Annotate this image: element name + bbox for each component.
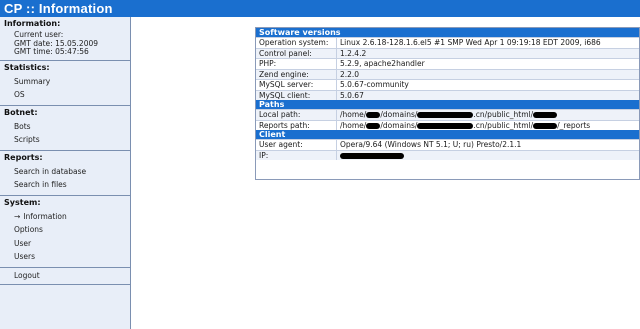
paths-header: Paths xyxy=(256,100,639,109)
row-label: User agent: xyxy=(259,140,303,149)
redacted-mark xyxy=(366,122,381,129)
sidebar: Information: Current user: GMT date: 15.… xyxy=(0,17,131,329)
redacted-mark xyxy=(533,122,558,129)
system-section: System: Information Options User Users xyxy=(0,196,130,268)
row-value: 5.2.9, apache2handler xyxy=(336,59,639,69)
table-row: MySQL server: 5.0.67-community xyxy=(256,79,639,90)
redacted-mark xyxy=(366,112,381,118)
reports-section: Reports: Search in database Search in fi… xyxy=(0,151,130,196)
table-row: MySQL client: 5.0.67 xyxy=(256,89,639,100)
row-label: MySQL server: xyxy=(259,80,314,89)
redacted-mark xyxy=(417,112,474,118)
window-title: CP :: Information xyxy=(0,0,640,17)
table-row: Reports path: /home/ /domains/ .cn/public_… xyxy=(256,119,639,130)
local-path-value: /home/ /domains/ .cn/public_html/ xyxy=(336,110,639,120)
nav-search-database[interactable]: Search in database xyxy=(4,165,127,179)
nav-options[interactable]: Options xyxy=(4,223,127,237)
row-label: Operation system: xyxy=(259,38,329,47)
nav-scripts[interactable]: Scripts xyxy=(4,133,127,147)
logout-section: Logout xyxy=(0,268,130,285)
statistics-section: Statistics: Summary OS xyxy=(0,61,130,106)
user-agent-value: Opera/9.64 (Windows NT 5.1; U; ru) Prest… xyxy=(336,140,639,150)
table-row: Control panel: 1.2.4.2 xyxy=(256,47,639,58)
gmt-time: GMT time: 05:47:56 xyxy=(14,47,89,56)
path-part: /home/ xyxy=(340,120,367,130)
redacted-mark xyxy=(533,112,558,118)
table-row: Zend engine: 2.2.0 xyxy=(256,68,639,79)
row-label: Control panel: xyxy=(259,48,312,58)
path-part: .cn/public_html/ xyxy=(473,110,534,119)
logout-link[interactable]: Logout xyxy=(4,271,127,281)
row-value: 1.2.4.2 xyxy=(336,48,639,58)
reports-path-value: /home/ /domains/ .cn/public_html/ /_reports xyxy=(336,120,639,130)
table-row: Local path: /home/ /domains/ .cn/public_ht… xyxy=(256,109,639,120)
ip-value xyxy=(336,150,639,160)
nav-os[interactable]: OS xyxy=(4,88,127,102)
statistics-title: Statistics: xyxy=(4,62,50,72)
info-panel: Software versions Operation system: Linu… xyxy=(255,27,640,180)
table-row: Operation system: Linux 2.6.18-128.1.6.e… xyxy=(256,37,639,48)
client-header: Client xyxy=(256,130,639,139)
row-value: 5.0.67 xyxy=(336,90,639,100)
path-part: /domains/ xyxy=(380,110,418,119)
redacted-mark xyxy=(417,122,474,129)
table-row: PHP: 5.2.9, apache2handler xyxy=(256,58,639,69)
table-row: User agent: Opera/9.64 (Windows NT 5.1; … xyxy=(256,139,639,150)
botnet-section: Botnet: Bots Scripts xyxy=(0,106,130,151)
table-row: IP: xyxy=(256,149,639,160)
information-section: Information: Current user: GMT date: 15.… xyxy=(0,17,130,61)
path-part: /_reports xyxy=(557,120,591,130)
nav-information[interactable]: Information xyxy=(4,210,127,224)
information-title: Information: xyxy=(4,19,61,28)
row-value: 2.2.0 xyxy=(336,69,639,79)
row-label: Reports path: xyxy=(259,120,310,130)
software-header: Software versions xyxy=(256,28,639,37)
row-label: Zend engine: xyxy=(259,69,309,79)
nav-summary[interactable]: Summary xyxy=(4,75,127,89)
reports-title: Reports: xyxy=(4,152,43,162)
system-title: System: xyxy=(4,197,41,207)
nav-search-files[interactable]: Search in files xyxy=(4,178,127,192)
redacted-mark xyxy=(340,152,404,159)
nav-users[interactable]: Users xyxy=(4,250,127,264)
path-part: .cn/public_html/ xyxy=(473,120,534,130)
botnet-title: Botnet: xyxy=(4,107,38,117)
path-part: /home/ xyxy=(340,110,367,119)
row-value: 5.0.67-community xyxy=(336,80,639,90)
row-label: PHP: xyxy=(259,59,277,68)
row-label: MySQL client: xyxy=(259,90,311,100)
row-label: Local path: xyxy=(259,110,301,119)
path-part: /domains/ xyxy=(380,120,418,130)
nav-user[interactable]: User xyxy=(4,237,127,251)
nav-bots[interactable]: Bots xyxy=(4,120,127,134)
software-rows: Operation system: Linux 2.6.18-128.1.6.e… xyxy=(256,37,639,100)
row-label: IP: xyxy=(259,150,269,160)
row-value: Linux 2.6.18-128.1.6.el5 #1 SMP Wed Apr … xyxy=(336,38,639,48)
